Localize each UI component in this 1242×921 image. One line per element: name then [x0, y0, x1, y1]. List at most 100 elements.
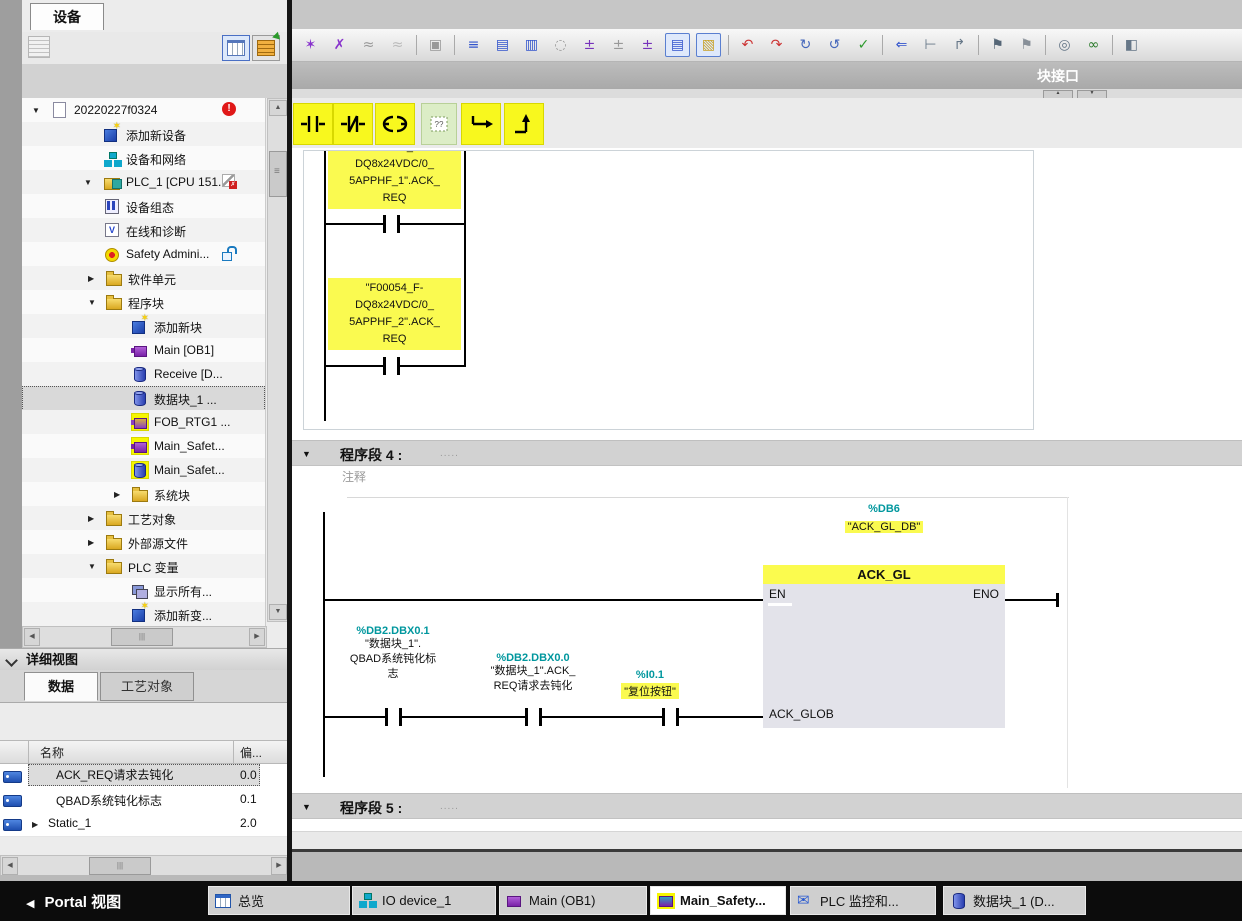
tree-item-main-safety-db[interactable]: Main_Safet... — [22, 458, 265, 483]
open-branch-button[interactable] — [461, 103, 501, 145]
pin-en[interactable]: EN — [769, 587, 786, 601]
tree-item-add-new-tag-table[interactable]: 添加新变... — [22, 602, 265, 627]
expander-icon[interactable]: ▶ — [88, 514, 94, 523]
collapse-chevron-icon[interactable] — [5, 654, 18, 667]
expander-icon[interactable]: ▼ — [88, 562, 96, 571]
block-interface-bar[interactable]: 块接口 — [292, 62, 1242, 90]
tree-filter-icon[interactable] — [28, 36, 50, 58]
taskbar-button-overview[interactable]: 总览 — [208, 886, 350, 915]
operand-label-f2-ack-req[interactable]: "F00054_F- DQ8x24VDC/0_ 5APPHF_2".ACK_ R… — [328, 278, 461, 350]
tree-item-data-block-1[interactable]: 数据块_1 ... — [22, 386, 265, 411]
tree-item-safety-admin[interactable]: Safety Admini... — [22, 242, 265, 267]
tree-item-fob-rtg1[interactable]: FOB_RTG1 ... — [22, 410, 265, 435]
tree-item-plc-1[interactable]: ▼PLC_1 [CPU 151... — [22, 170, 265, 195]
pin-ack-glob[interactable]: ACK_GLOB — [769, 707, 834, 721]
contact-reset-label[interactable]: %I0.1 "复位按钮" — [586, 669, 714, 700]
tab-data[interactable]: 数据 — [24, 672, 98, 701]
tree-view-button[interactable] — [222, 35, 250, 61]
absolute-operands-icon[interactable]: ± — [578, 34, 601, 56]
refresh-interface-icon[interactable]: ↺ — [823, 34, 846, 56]
expander-icon[interactable]: ▼ — [88, 298, 96, 307]
operand-label-f1-ack-req[interactable]: "F00054_F- DQ8x24VDC/0_ 5APPHF_1".ACK_ R… — [328, 150, 461, 209]
tree-item-main-safety-fb[interactable]: Main_Safet... — [22, 434, 265, 459]
tree-export-button[interactable] — [252, 35, 280, 61]
favorites-toggle-icon[interactable]: ▧ — [696, 33, 721, 57]
monitoring-icon[interactable]: ∞ — [1082, 34, 1105, 56]
find-replace-icon[interactable]: ◎ — [1053, 34, 1076, 56]
next-error-icon[interactable]: ↷ — [765, 34, 788, 56]
collapse-network-icon[interactable]: ▼ — [302, 802, 311, 812]
tree-item-add-new-device[interactable]: 添加新设备 — [22, 122, 265, 147]
both-operands-icon[interactable]: ± — [636, 34, 659, 56]
scroll-right-icon[interactable]: ▶ — [249, 628, 265, 646]
scroll-left-icon[interactable]: ◀ — [2, 857, 18, 875]
no-contact[interactable] — [385, 708, 388, 726]
tree-item-show-all-tags[interactable]: 显示所有... — [22, 578, 265, 603]
collapse-network-icon[interactable]: ▼ — [302, 449, 311, 459]
expander-icon[interactable]: ▶ — [32, 820, 38, 829]
db-name-label[interactable]: "ACK_GL_DB" — [845, 521, 924, 533]
no-contact-button[interactable] — [293, 103, 333, 145]
detail-view-header[interactable]: 详细视图 — [0, 648, 287, 671]
detail-row[interactable]: ▶Static_12.0 — [0, 812, 287, 837]
tab-technology-objects[interactable]: 工艺对象 — [100, 672, 194, 701]
tree-item-external-sources[interactable]: ▶外部源文件 — [22, 530, 265, 555]
no-contact[interactable] — [397, 215, 400, 233]
portal-view-button[interactable]: ◀Portal 视图 — [26, 891, 121, 912]
tree-item-devices-networks[interactable]: 设备和网络 — [22, 146, 265, 171]
expander-icon[interactable]: ▼ — [84, 178, 92, 187]
close-networks-icon[interactable]: ▥ — [520, 34, 543, 56]
tree-item-plc-tags[interactable]: ▼PLC 变量 — [22, 554, 265, 579]
instance-db-label[interactable]: %DB6 "ACK_GL_DB" — [824, 503, 944, 535]
tree-horizontal-scrollbar[interactable]: ◀ ▶ — [22, 626, 267, 648]
ack-gl-function-block[interactable]: ACK_GL EN ENO ACK_GLOB — [763, 565, 1005, 728]
taskbar-button-io-device[interactable]: IO device_1 — [352, 886, 496, 915]
scroll-up-icon[interactable]: ▲ — [269, 100, 287, 116]
expander-icon[interactable]: ▶ — [88, 274, 94, 283]
collapse-networks-icon[interactable]: ▤ — [491, 34, 514, 56]
insert-row-icon[interactable]: ≈ — [357, 34, 380, 56]
taskbar-button-data-block-1[interactable]: 数据块_1 (D... — [943, 886, 1086, 915]
tree-item-project[interactable]: ▼20220227f0324 — [22, 98, 265, 123]
tab-devices[interactable]: 设备 — [30, 3, 104, 30]
no-contact[interactable] — [525, 708, 528, 726]
call-structure-icon[interactable]: ↱ — [948, 34, 971, 56]
contact-ackreq-label[interactable]: %DB2.DBX0.0 "数据块_1".ACK_ REQ请求去钝化 — [463, 652, 603, 694]
tree-scroll-thumb[interactable] — [269, 151, 287, 197]
tree-item-online-diagnostics[interactable]: 在线和诊断 — [22, 218, 265, 243]
expander-icon[interactable]: ▶ — [114, 490, 120, 499]
no-contact[interactable] — [383, 215, 386, 233]
taskbar-button-main-safety[interactable]: Main_Safety... — [650, 886, 786, 915]
previous-bookmark-icon[interactable]: ⚑ — [986, 34, 1009, 56]
contact-qbad-label[interactable]: %DB2.DBX0.1 "数据块_1". QBAD系统钝化标 志 — [323, 625, 463, 682]
taskbar-button-plc-monitor[interactable]: ✉PLC 监控和... — [790, 886, 936, 915]
expand-networks-icon[interactable]: ≡ — [462, 34, 485, 56]
tree-item-tech-objects[interactable]: ▶工艺对象 — [22, 506, 265, 531]
call-environment-icon[interactable]: ⊢ — [919, 34, 942, 56]
expander-icon[interactable]: ▼ — [32, 106, 40, 115]
scroll-right-icon[interactable]: ▶ — [271, 857, 287, 875]
no-contact[interactable] — [397, 357, 400, 375]
tree-item-device-config[interactable]: 设备组态 — [22, 194, 265, 219]
free-form-comments-icon[interactable]: ▤ — [665, 33, 690, 57]
next-bookmark-icon[interactable]: ⚑ — [1015, 34, 1038, 56]
tree-item-program-blocks[interactable]: ▼程序块 — [22, 290, 265, 315]
no-contact[interactable] — [383, 357, 386, 375]
insert-network-icon[interactable]: ✶ — [299, 34, 322, 56]
network4-comment[interactable]: 注释 — [342, 468, 366, 485]
close-branch-button[interactable] — [504, 103, 544, 145]
tree-hscroll-thumb[interactable] — [111, 628, 173, 646]
detail-hscroll-thumb[interactable] — [89, 857, 151, 875]
expander-icon[interactable]: ▶ — [88, 538, 94, 547]
symbolic-operands-icon[interactable]: ± — [607, 34, 630, 56]
tree-vertical-scrollbar[interactable]: ▲ ▼ — [267, 98, 289, 622]
delete-row-icon[interactable]: ≈ — [386, 34, 409, 56]
scroll-down-icon[interactable]: ▼ — [269, 604, 287, 620]
detail-horizontal-scrollbar[interactable]: ◀ ▶ — [0, 855, 289, 877]
no-contact[interactable] — [662, 708, 665, 726]
consistency-check-icon[interactable]: ✓ — [852, 34, 875, 56]
scroll-left-icon[interactable]: ◀ — [24, 628, 40, 646]
detail-row[interactable]: QBAD系统钝化标志0.1 — [0, 788, 287, 813]
paste-icon[interactable]: ▣ — [424, 34, 447, 56]
previous-error-icon[interactable]: ↶ — [736, 34, 759, 56]
